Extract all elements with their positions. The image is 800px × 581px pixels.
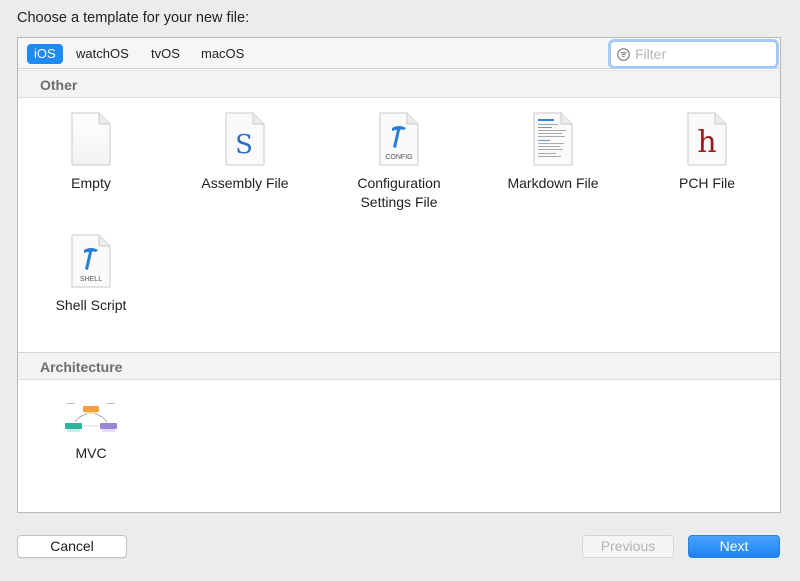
tab-tvos[interactable]: tvOS [144,44,187,64]
filter-input[interactable] [635,44,773,64]
next-button[interactable]: Next [688,535,780,558]
markdown-file-icon [533,112,573,166]
template-label: Assembly File [201,175,289,191]
template-configuration-settings-file[interactable]: CONFIG Configuration Settings File [324,112,474,212]
filter-icon [617,48,630,61]
template-label: Configuration Settings File [357,175,441,210]
filter-field[interactable] [610,41,777,67]
previous-button[interactable]: Previous [582,535,674,558]
template-label: Markdown File [507,175,599,191]
shell-script-icon: SHELL [71,234,111,288]
template-label: PCH File [678,175,735,191]
platform-toolbar: iOS watchOS tvOS macOS [18,38,780,69]
template-panel: iOS watchOS tvOS macOS Other Empty [17,37,781,513]
dialog-title: Choose a template for your new file: [17,10,250,26]
template-label: Empty [71,175,111,191]
assembly-glyph: S [235,130,253,160]
mvc-icon [65,403,117,432]
template-markdown-file[interactable]: Markdown File [478,112,628,193]
assembly-file-icon: S [225,112,265,166]
template-label: Shell Script [55,297,127,313]
template-empty[interactable]: Empty [16,112,166,193]
template-shell-script[interactable]: SHELL Shell Script [16,234,166,315]
template-assembly-file[interactable]: S Assembly File [170,112,320,193]
section-header-architecture: Architecture [18,352,780,380]
pch-file-icon: h [687,112,727,166]
empty-file-icon [71,112,111,166]
section-header-other: Other [18,70,780,98]
template-pch-file[interactable]: h PCH File [632,112,782,193]
config-file-icon: CONFIG [379,112,419,166]
shell-badge: SHELL [80,276,102,283]
template-label: MVC [75,445,107,461]
pch-glyph: h [697,125,716,160]
tab-watchos[interactable]: watchOS [69,44,136,64]
tab-macos[interactable]: macOS [194,44,251,64]
config-badge: CONFIG [385,154,412,161]
tab-ios[interactable]: iOS [27,44,63,64]
template-mvc[interactable]: MVC [16,400,166,463]
cancel-button[interactable]: Cancel [17,535,127,558]
